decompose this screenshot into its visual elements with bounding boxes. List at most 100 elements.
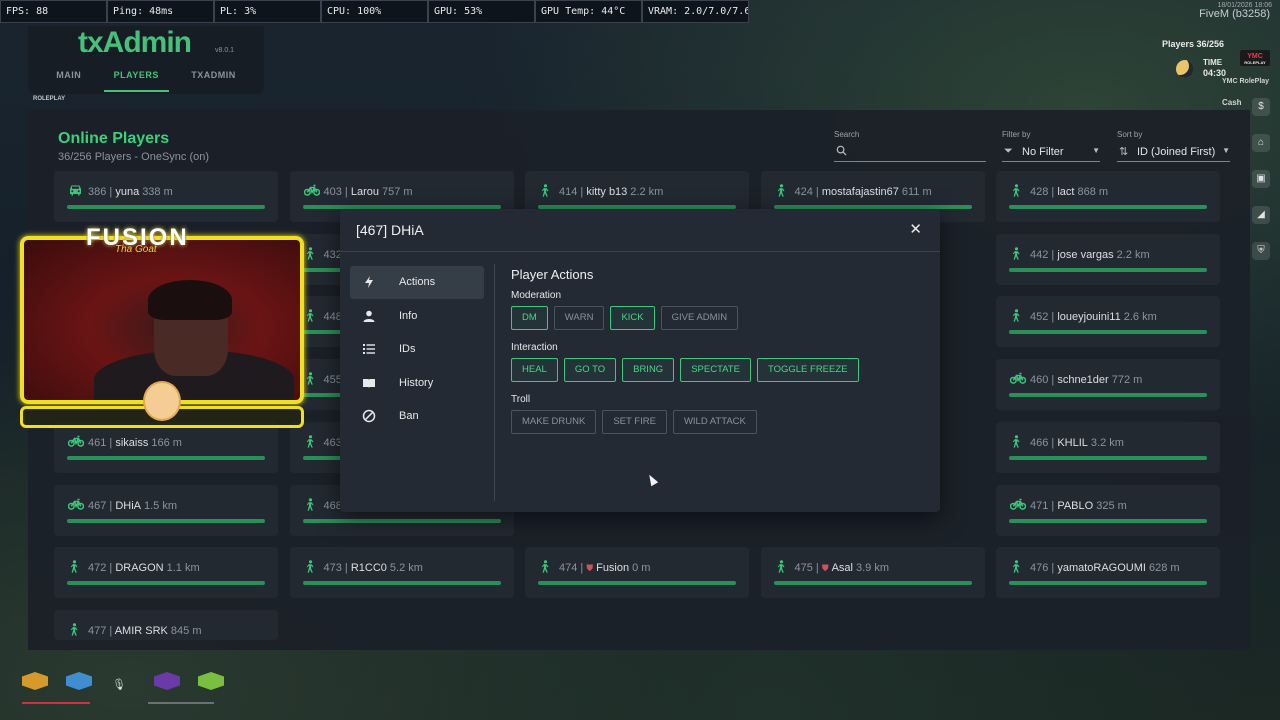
player-distance: 1.1 km: [166, 562, 200, 575]
player-id: 452 |: [1030, 311, 1058, 324]
walking-icon: [304, 497, 316, 514]
health-icon: [22, 672, 48, 690]
ban-icon: [362, 409, 376, 423]
player-name: DRAGON: [115, 562, 164, 575]
player-health-bar: [538, 581, 736, 586]
player-health-bar: [1009, 455, 1207, 460]
menu-item-label: History: [399, 376, 434, 389]
player-id: 466 |: [1030, 436, 1058, 449]
player-health-bar: [1009, 205, 1207, 209]
dm-button[interactable]: DM: [511, 306, 548, 330]
player-id: 472 |: [88, 562, 116, 575]
player-card[interactable]: 460 | schne1der 772 m: [996, 359, 1220, 411]
player-card[interactable]: 475 | ⛊ Asal 3.9 km: [760, 547, 985, 599]
player-health-bar: [67, 518, 265, 523]
menu-item-label: Ban: [399, 410, 419, 422]
player-card[interactable]: 472 | DRAGON 1.1 km: [54, 547, 278, 599]
player-label: 477 | AMIR SRK 845 m: [88, 625, 201, 637]
player-health-bar: [67, 455, 265, 460]
tab-players[interactable]: PLAYERS: [103, 68, 169, 92]
filter-value: No Filter: [1022, 146, 1064, 158]
search-label: Search: [834, 130, 860, 139]
perf-stat: PL: 3%: [214, 0, 321, 23]
player-label: 460 | schne1der 772 m: [1030, 374, 1142, 386]
make-drunk-button[interactable]: MAKE DRUNK: [511, 410, 597, 434]
spectate-button[interactable]: SPECTATE: [680, 358, 751, 382]
fivem-build-label: FiveM (b3258): [1199, 8, 1270, 20]
tab-main[interactable]: MAIN: [46, 68, 91, 92]
player-card[interactable]: 386 | yuna 338 m: [54, 171, 278, 222]
server-logo: YMC ROLEPLAY: [1240, 50, 1270, 66]
walking-icon: [304, 372, 316, 388]
player-card[interactable]: 452 | loueyjouini11 2.6 km: [996, 296, 1220, 348]
player-label: 476 | yamatoRAGOUMI 628 m: [1030, 562, 1180, 574]
heal-button[interactable]: HEAL: [511, 358, 558, 382]
player-label: 467 | DHiA 1.5 km: [88, 500, 177, 512]
player-health-bar: [773, 581, 972, 586]
stress-icon: [154, 672, 180, 690]
motorbike-icon: [303, 184, 320, 199]
player-distance: 2.2 km: [1116, 248, 1150, 261]
moon-icon: [1176, 60, 1194, 78]
player-label: 471 | PABLO 325 m: [1030, 500, 1127, 512]
menu-item-actions[interactable]: Actions: [350, 266, 484, 299]
player-card[interactable]: 442 | jose vargas 2.2 km: [996, 233, 1220, 285]
player-distance: 868 m: [1077, 186, 1109, 198]
player-card[interactable]: 474 | ⛊ Fusion 0 m: [525, 547, 749, 599]
menu-item-info[interactable]: Info: [350, 300, 484, 333]
walking-icon: [775, 560, 787, 576]
player-health-bar: [1009, 393, 1207, 398]
set-fire-button[interactable]: SET FIRE: [602, 410, 667, 434]
player-card[interactable]: 471 | PABLO 325 m: [996, 484, 1220, 536]
player-id: 403 |: [323, 186, 351, 198]
hunger-icon: [198, 672, 224, 690]
filter-select[interactable]: ⏷ No Filter ▼: [1002, 143, 1100, 162]
player-card[interactable]: 473 | R1CC0 5.2 km: [289, 547, 514, 599]
player-id: 475 |: [794, 562, 822, 575]
perf-stat: VRAM: 2.0/7.0/7.6 GB: [642, 0, 749, 23]
money-icon: $: [1252, 98, 1270, 116]
give-admin-button[interactable]: GIVE ADMIN: [660, 306, 739, 330]
bring-button[interactable]: BRING: [622, 358, 675, 382]
kick-button[interactable]: KICK: [610, 306, 655, 330]
player-label: 403 | Larou 757 m: [324, 186, 413, 198]
shield-icon: ⛨: [1252, 242, 1270, 260]
menu-item-ids[interactable]: IDs: [350, 333, 484, 366]
list-icon: [362, 342, 376, 356]
cartoon-avatar-icon: [143, 381, 181, 421]
player-card[interactable]: 461 | sikaiss 166 m: [54, 421, 278, 473]
player-card[interactable]: 477 | AMIR SRK 845 m: [54, 609, 278, 640]
player-id: 424 |: [794, 186, 822, 198]
goto-button[interactable]: GO TO: [563, 358, 617, 382]
modal-vertical-divider: [494, 264, 495, 501]
menu-item-ban[interactable]: Ban: [350, 400, 484, 433]
streamer-hair: [148, 280, 232, 320]
player-distance: 2.2 km: [630, 186, 664, 198]
player-name: sikaiss: [115, 436, 149, 449]
svg-text:YMC: YMC: [1247, 53, 1263, 60]
filter-label: Filter by: [1002, 130, 1031, 139]
player-label: 414 | kitty b13 2.2 km: [559, 186, 663, 198]
player-card[interactable]: 466 | KHLIL 3.2 km: [996, 421, 1220, 473]
player-name: yamatoRAGOUMI: [1057, 562, 1146, 575]
tab-txadmin[interactable]: TXADMIN: [181, 68, 246, 92]
walking-icon: [1010, 434, 1022, 451]
close-icon[interactable]: ✕: [909, 220, 922, 238]
player-card[interactable]: 467 | DHiA 1.5 km: [54, 484, 278, 536]
staff-shield-icon: ⛊: [586, 563, 594, 574]
warn-button[interactable]: WARN: [553, 306, 605, 330]
menu-item-label: Actions: [399, 276, 436, 288]
player-name: yuna: [115, 186, 140, 198]
player-card[interactable]: 476 | yamatoRAGOUMI 628 m: [996, 547, 1220, 599]
sort-select[interactable]: ⇅ ID (Joined First) ▼: [1117, 143, 1230, 162]
motorbike-icon: [67, 498, 85, 513]
wild-attack-button[interactable]: WILD ATTACK: [672, 410, 757, 434]
toggle-freeze-button[interactable]: TOGGLE FREEZE: [756, 358, 859, 382]
player-card[interactable]: 428 | lact 868 m: [996, 171, 1220, 222]
txadmin-version: v8.0.1: [215, 47, 235, 54]
modal-title: [467] DHiA: [356, 222, 424, 238]
player-name: Fusion: [596, 562, 630, 575]
player-health-bar: [302, 518, 501, 523]
menu-item-history[interactable]: History: [350, 367, 484, 400]
search-input[interactable]: [834, 143, 986, 162]
